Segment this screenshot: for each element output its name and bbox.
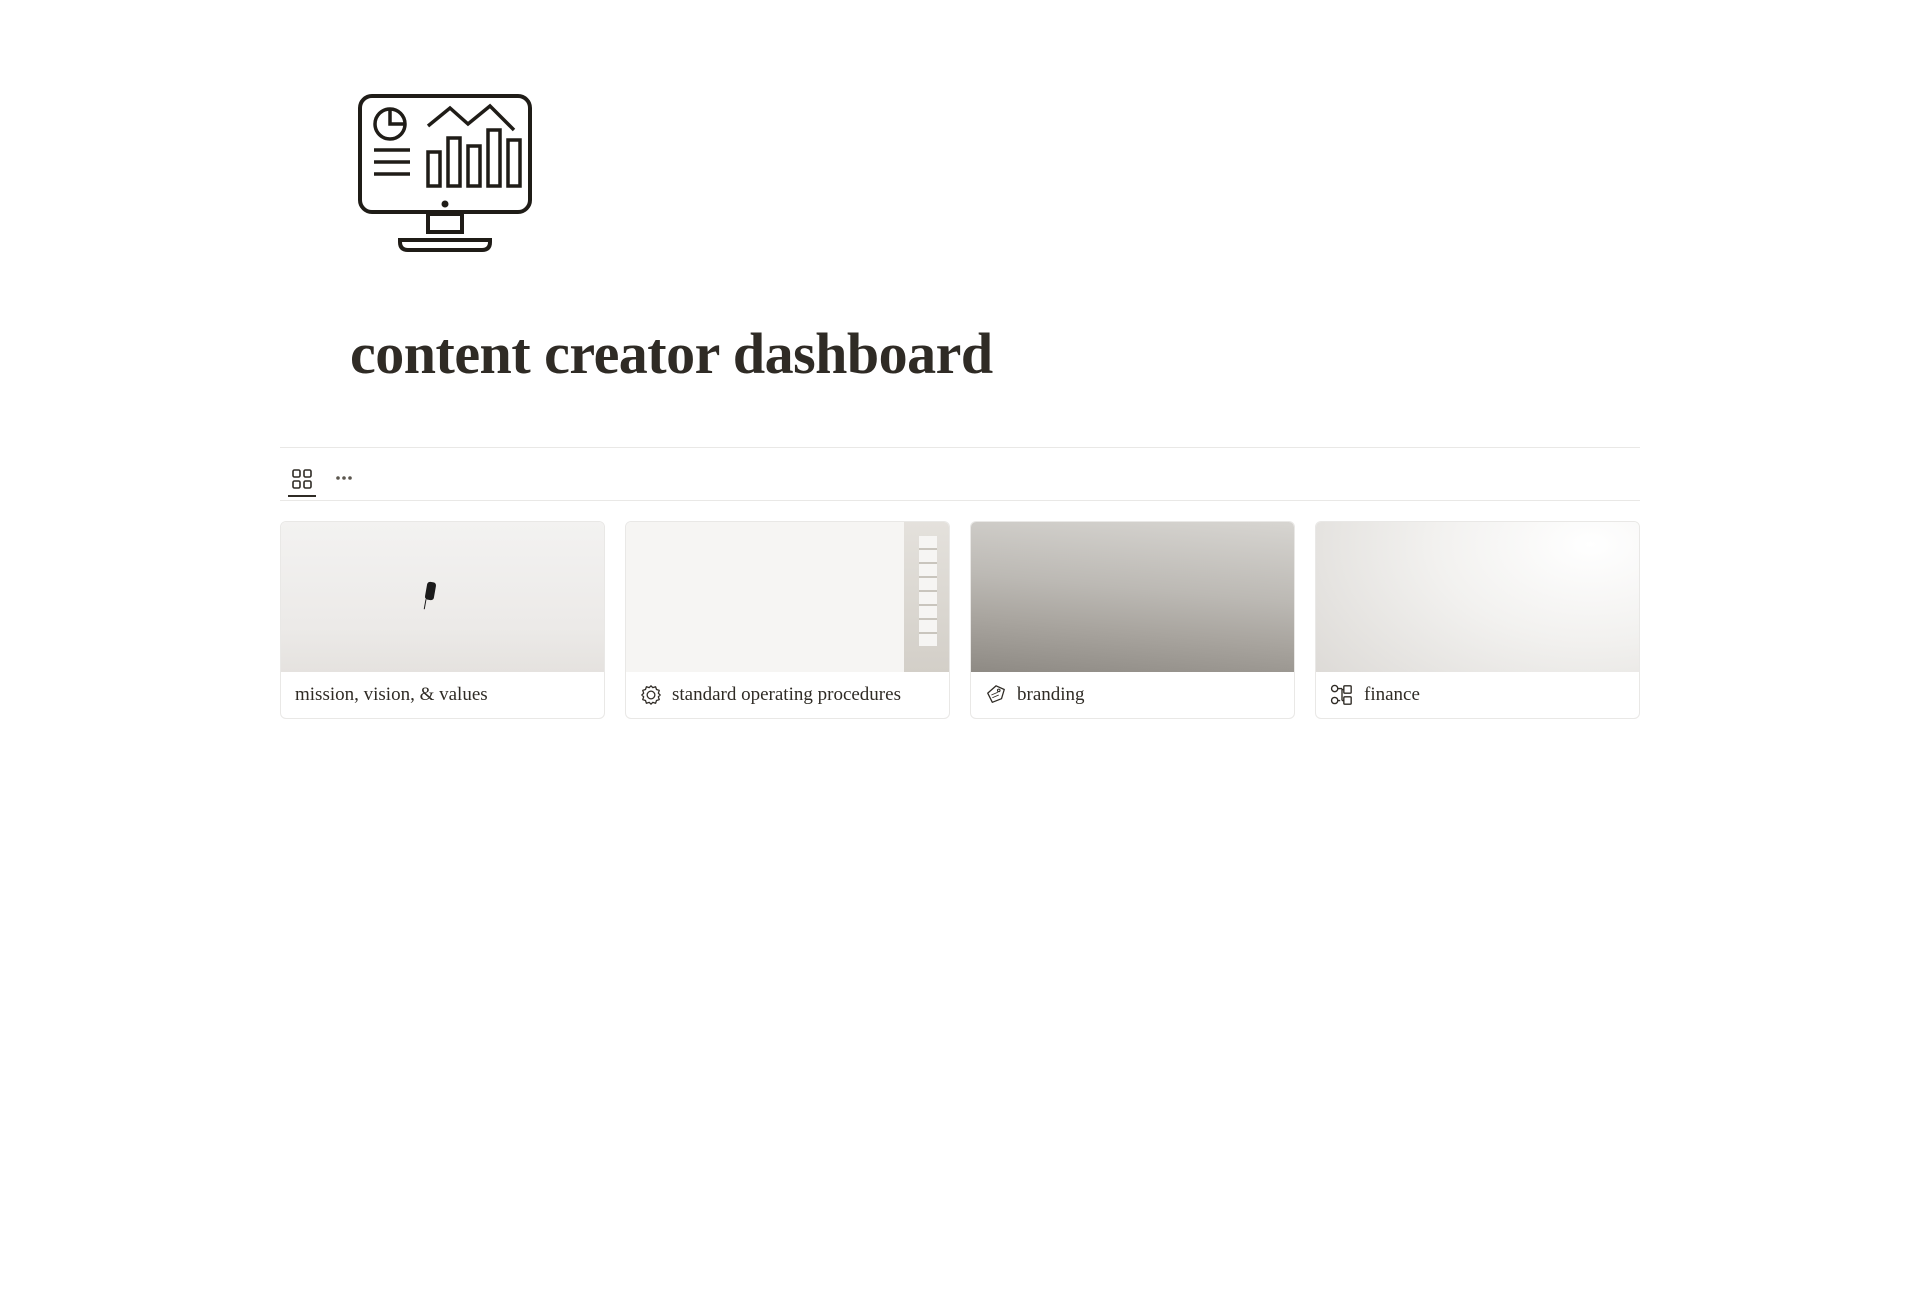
finance-flow-icon [1330, 684, 1354, 706]
card-standard-operating-procedures[interactable]: standard operating procedures [625, 521, 950, 719]
brand-tag-icon [985, 684, 1007, 706]
gallery: mission, vision, & values standard opera… [280, 521, 1640, 719]
view-tab-more[interactable] [330, 464, 358, 492]
page-icon[interactable] [350, 90, 1640, 265]
card-label: finance [1364, 684, 1420, 706]
dashboard-monitor-icon [350, 90, 540, 260]
card-cover [626, 522, 949, 672]
view-tab-gallery[interactable] [288, 469, 316, 497]
card-cover [1316, 522, 1639, 672]
card-cover [971, 522, 1294, 672]
view-tabs [280, 448, 1640, 501]
card-label: branding [1017, 684, 1085, 706]
card-label: standard operating procedures [672, 684, 901, 706]
card-cover [281, 522, 604, 672]
more-horizontal-icon [334, 468, 354, 488]
gallery-view-icon [292, 469, 312, 489]
card-mission-vision-values[interactable]: mission, vision, & values [280, 521, 605, 719]
sop-badge-icon [640, 684, 662, 706]
card-branding[interactable]: branding [970, 521, 1295, 719]
card-label: mission, vision, & values [295, 684, 488, 706]
card-finance[interactable]: finance [1315, 521, 1640, 719]
page-title: content creator dashboard [350, 320, 1640, 387]
